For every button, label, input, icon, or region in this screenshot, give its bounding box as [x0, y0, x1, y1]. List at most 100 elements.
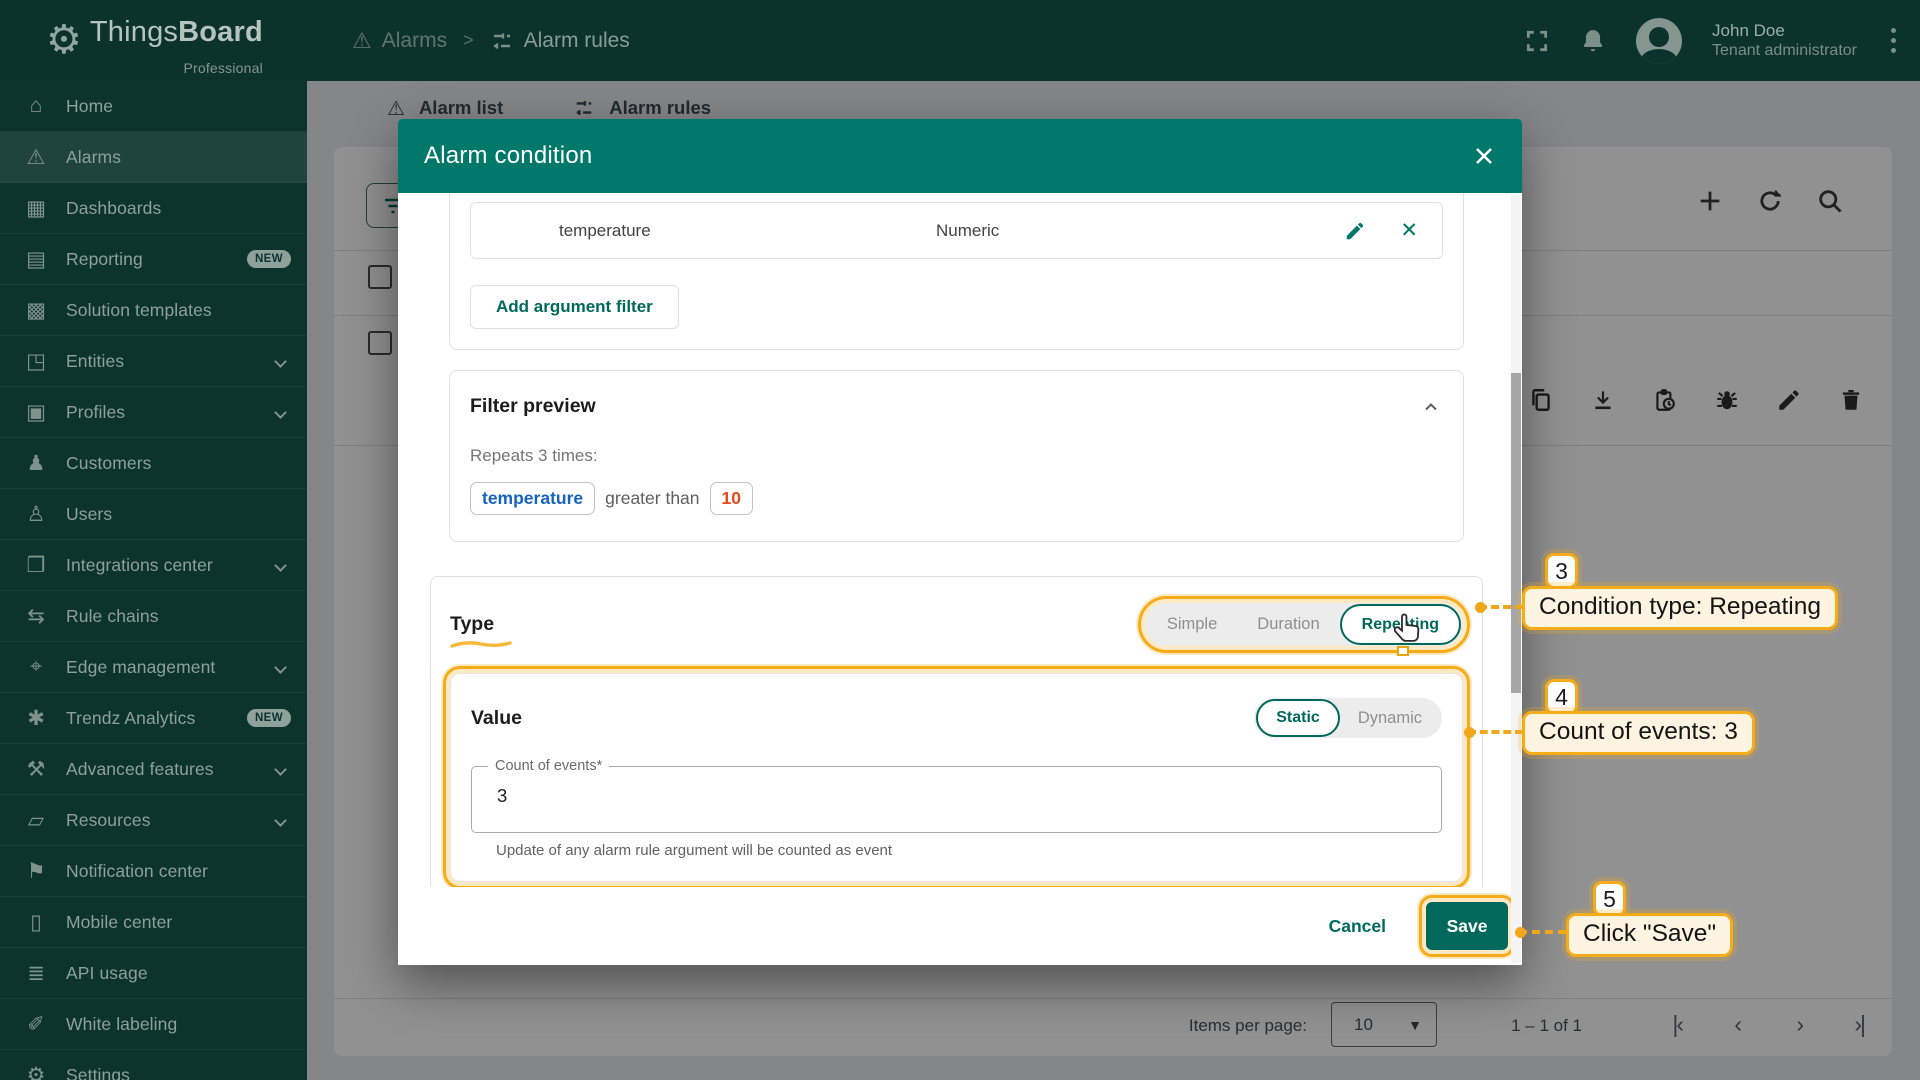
resources-icon: ▱ [23, 808, 49, 833]
annotation-connector-5 [1519, 930, 1566, 934]
sidebar-item-users[interactable]: ♙Users [0, 489, 307, 540]
argument-key: temperature [559, 221, 936, 241]
sidebar-item-solution-templates[interactable]: ▩Solution templates [0, 285, 307, 336]
chevron-down-icon [274, 763, 287, 776]
sidebar-item-rule-chains[interactable]: ⇆Rule chains [0, 591, 307, 642]
sidebar-item-label: API usage [66, 963, 148, 984]
breadcrumb: ⚠ Alarms > Alarm rules [352, 0, 630, 81]
dialog-footer: Cancel Save [398, 887, 1508, 965]
argument-row: temperature Numeric ✕ [470, 202, 1443, 259]
save-button[interactable]: Save [1426, 902, 1508, 950]
argument-type: Numeric [936, 221, 1344, 241]
alarm-condition-dialog: Alarm condition temperature Numeric ✕ Ad… [398, 119, 1522, 965]
collapse-chevron-up-icon[interactable] [1421, 397, 1441, 417]
count-of-events-field[interactable]: Count of events* 3 [471, 766, 1442, 833]
step-number: 4 [1545, 679, 1578, 715]
step-number: 5 [1593, 881, 1626, 917]
sidebar-item-dashboards[interactable]: ▦Dashboards [0, 183, 307, 234]
reporting-icon: ▤ [23, 247, 49, 272]
api-usage-icon: ≣ [23, 961, 49, 986]
type-option-duration[interactable]: Duration [1237, 615, 1339, 634]
sidebar-item-label: Profiles [66, 402, 125, 423]
remove-argument-icon[interactable]: ✕ [1400, 218, 1418, 243]
arguments-card: temperature Numeric ✕ Add argument filte… [449, 193, 1464, 350]
sidebar-item-integrations-center[interactable]: ❒Integrations center [0, 540, 307, 591]
sidebar-item-label: Edge management [66, 657, 215, 678]
sidebar-item-label: Solution templates [66, 300, 212, 321]
sidebar-item-mobile-center[interactable]: ▯ Mobile center [0, 897, 307, 948]
value-option-dynamic[interactable]: Dynamic [1340, 709, 1440, 728]
breadcrumb-separator: > [463, 30, 474, 51]
value-source-toggle: Static Dynamic [1254, 698, 1442, 738]
sidebar-nav: ⌂Home ⚠ Alarms ▦Dashboards ▤ Reporting NEW ▩Sol… [0, 81, 307, 1080]
advanced-features-icon: ⚒ [23, 757, 49, 782]
sidebar-item-label: Customers [66, 453, 152, 474]
sidebar-item-label: Settings [66, 1065, 130, 1080]
modal-scrollbar[interactable] [1511, 195, 1521, 963]
annotation-connector-4 [1468, 730, 1523, 734]
rule-chains-icon: ⇆ [23, 604, 49, 629]
value-card: Value Static Dynamic Count of events* 3 … [450, 673, 1463, 882]
user-info: John Doe Tenant administrator [1712, 20, 1857, 61]
sidebar-item-home[interactable]: ⌂Home [0, 81, 307, 132]
user-role: Tenant administrator [1712, 41, 1857, 61]
sidebar-item-white-labeling[interactable]: ✐White labeling [0, 999, 307, 1050]
thingsboard-logo-icon: ⚙ [46, 12, 82, 68]
sidebar-item-label: Integrations center [66, 555, 213, 576]
sidebar-item-settings[interactable]: ⚙Settings [0, 1050, 307, 1080]
user-name: John Doe [1712, 20, 1857, 41]
sidebar-item-edge-management[interactable]: ⌖ Edge management [0, 642, 307, 693]
notifications-bell-icon[interactable] [1580, 28, 1606, 54]
sidebar-item-advanced-features[interactable]: ⚒ Advanced features [0, 744, 307, 795]
more-menu-icon[interactable] [1887, 24, 1900, 57]
sidebar-item-label: Resources [66, 810, 151, 831]
count-of-events-value: 3 [497, 785, 507, 807]
close-icon[interactable] [1472, 144, 1496, 168]
value-label: Value [471, 707, 522, 730]
sidebar-item-label: Advanced features [66, 759, 214, 780]
annotation-underline [450, 639, 512, 649]
cancel-button[interactable]: Cancel [1329, 916, 1386, 937]
edit-pencil-icon[interactable] [1344, 220, 1366, 242]
alarms-icon: ⚠ [23, 145, 49, 170]
value-chip: 10 [710, 482, 753, 515]
breadcrumb-parent[interactable]: Alarms [382, 29, 447, 53]
type-option-simple[interactable]: Simple [1147, 615, 1237, 634]
condition-type-card: Type Simple Duration Repeating Value Sta… [430, 576, 1483, 905]
dialog-title: Alarm condition [424, 142, 592, 170]
sidebar-item-label: Reporting [66, 249, 143, 270]
fullscreen-icon[interactable] [1524, 28, 1550, 54]
sidebar-item-resources[interactable]: ▱ Resources [0, 795, 307, 846]
sidebar-item-reporting[interactable]: ▤ Reporting NEW [0, 234, 307, 285]
add-argument-filter-button[interactable]: Add argument filter [470, 285, 679, 329]
sidebar-item-profiles[interactable]: ▣Profiles [0, 387, 307, 438]
screen: ⚙ ThingsBoard Professional ⚠ Alarms > Al… [0, 0, 1920, 1080]
breadcrumb-current: Alarm rules [524, 29, 630, 53]
value-option-static[interactable]: Static [1256, 699, 1340, 737]
new-badge: NEW [247, 250, 291, 268]
sidebar-item-label: Alarms [66, 147, 121, 168]
sidebar-item-api-usage[interactable]: ≣ API usage [0, 948, 307, 999]
dialog-body: temperature Numeric ✕ Add argument filte… [398, 193, 1522, 965]
trendz-analytics-icon: ✱ [23, 706, 49, 731]
sidebar-item-customers[interactable]: ♟Customers [0, 438, 307, 489]
sidebar-item-entities[interactable]: ◳Entities [0, 336, 307, 387]
chevron-down-icon [274, 814, 287, 827]
filter-expression: temperature greater than 10 [470, 482, 1441, 515]
edge-management-icon: ⌖ [23, 655, 49, 679]
avatar[interactable] [1636, 18, 1682, 64]
hand-cursor-icon [1394, 612, 1422, 646]
click-point-marker [1397, 646, 1409, 656]
filter-preview-title: Filter preview [470, 395, 596, 418]
mobile-center-icon: ▯ [23, 910, 49, 935]
logo[interactable]: ⚙ ThingsBoard Professional [46, 12, 263, 88]
count-of-events-label: Count of events* [488, 758, 609, 774]
annotation-text: Condition type: Repeating [1522, 586, 1838, 630]
top-bar-actions: John Doe Tenant administrator [1524, 0, 1900, 81]
sidebar-item-notification-center[interactable]: ⚑Notification center [0, 846, 307, 897]
notification-center-icon: ⚑ [23, 859, 49, 884]
sidebar-item-alarms[interactable]: ⚠ Alarms [0, 132, 307, 183]
sidebar-item-label: Mobile center [66, 912, 172, 933]
sidebar-item-trendz-analytics[interactable]: ✱Trendz AnalyticsNEW [0, 693, 307, 744]
alarm-warning-icon: ⚠ [352, 28, 372, 54]
